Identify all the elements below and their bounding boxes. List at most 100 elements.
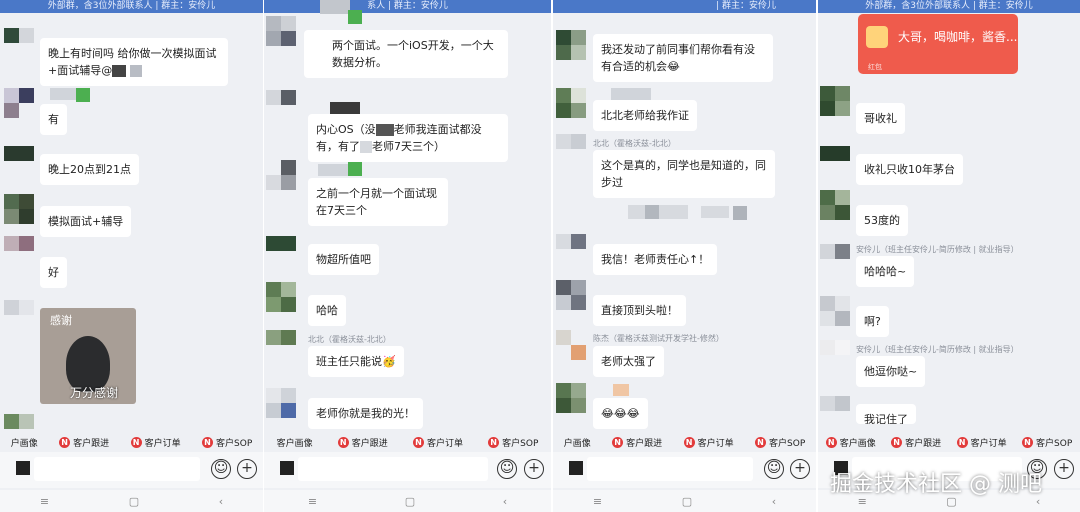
home-nav-icon[interactable]: ▢: [682, 495, 692, 508]
shortcut-customer-followup[interactable]: N 客户跟进: [337, 436, 388, 449]
shortcut-customer-profile[interactable]: 户画像: [564, 436, 591, 449]
avatar[interactable]: [266, 388, 296, 418]
menu-nav-icon[interactable]: ≡: [40, 495, 49, 508]
emoji-icon[interactable]: ☺: [497, 459, 517, 479]
back-nav-icon[interactable]: ‹: [503, 495, 507, 508]
voice-toggle-icon[interactable]: [16, 461, 30, 475]
menu-nav-icon[interactable]: ≡: [593, 495, 602, 508]
avatar[interactable]: [4, 28, 34, 58]
shortcut-customer-profile[interactable]: N 客户画像: [825, 436, 876, 449]
chat-bubble[interactable]: 好: [40, 257, 67, 288]
avatar[interactable]: [266, 90, 296, 120]
avatar[interactable]: [4, 414, 34, 432]
group-header[interactable]: 外部群，含3位外部联系人 | 群主：安伶儿: [0, 0, 263, 13]
chat-bubble[interactable]: 班主任只能说🥳: [308, 346, 404, 377]
avatar[interactable]: [820, 146, 850, 176]
chat-bubble[interactable]: 晚上20点到21点: [40, 154, 139, 185]
menu-nav-icon[interactable]: ≡: [308, 495, 317, 508]
chat-bubble[interactable]: 北北老师给我作证: [593, 100, 697, 131]
chat-bubble[interactable]: 收礼只收10年茅台: [856, 154, 963, 185]
redacted-block: [360, 141, 372, 153]
group-header[interactable]: 系人 | 群主：安伶儿: [264, 0, 551, 13]
avatar[interactable]: [556, 134, 586, 164]
shortcut-customer-orders[interactable]: N 客户订单: [956, 436, 1007, 449]
avatar[interactable]: [266, 282, 296, 312]
chat-bubble[interactable]: 模拟面试+辅导: [40, 206, 132, 237]
chat-bubble[interactable]: 直接顶到头啦！: [593, 295, 686, 326]
chat-bubble[interactable]: 😂😂😂: [593, 398, 648, 429]
chat-bubble[interactable]: 物超所值吧: [308, 244, 379, 275]
shortcut-customer-followup[interactable]: N 客户跟进: [891, 436, 941, 449]
shortcut-customer-sop[interactable]: N 客户SOP: [1022, 436, 1072, 449]
emoji-icon[interactable]: ☺: [211, 459, 231, 479]
shortcut-customer-sop[interactable]: N 客户SOP: [202, 436, 252, 449]
shortcut-customer-orders[interactable]: N 客户订单: [130, 436, 181, 449]
voice-toggle-icon[interactable]: [569, 461, 583, 475]
avatar[interactable]: [266, 16, 296, 46]
shortcut-customer-profile[interactable]: 客户画像: [277, 436, 313, 449]
shortcut-customer-orders[interactable]: N 客户订单: [683, 436, 734, 449]
emoji-icon[interactable]: ☺: [764, 459, 784, 479]
avatar[interactable]: [556, 280, 586, 310]
back-nav-icon[interactable]: ‹: [772, 495, 776, 508]
avatar[interactable]: [4, 146, 34, 176]
chat-bubble[interactable]: 哈哈哈~: [856, 256, 915, 287]
plus-icon[interactable]: +: [1054, 459, 1074, 479]
avatar[interactable]: [266, 330, 296, 360]
message-input[interactable]: [587, 457, 753, 481]
home-nav-icon[interactable]: ▢: [129, 495, 139, 508]
avatar[interactable]: [556, 234, 586, 264]
plus-icon[interactable]: +: [790, 459, 810, 479]
avatar[interactable]: [556, 30, 586, 60]
shortcut-customer-orders[interactable]: N 客户订单: [412, 436, 463, 449]
chat-bubble[interactable]: 我记住了: [856, 404, 916, 424]
plus-icon[interactable]: +: [524, 459, 544, 479]
avatar[interactable]: [4, 194, 34, 224]
chat-bubble[interactable]: 之前一个月就一个面试现在7天三个: [308, 178, 448, 226]
shortcut-customer-followup[interactable]: N 客户跟进: [612, 436, 662, 449]
chat-bubble[interactable]: 两个面试。一个iOS开发，一个大数据分析。: [304, 30, 508, 78]
avatar[interactable]: [820, 244, 850, 274]
chat-bubble[interactable]: 这个是真的，同学也是知道的，同步过: [593, 150, 775, 198]
avatar[interactable]: [556, 88, 586, 118]
avatar[interactable]: [820, 396, 850, 426]
redacted-sender: [348, 162, 362, 176]
back-nav-icon[interactable]: ‹: [219, 495, 223, 508]
chat-bubble[interactable]: 有: [40, 104, 67, 135]
plus-icon[interactable]: +: [237, 459, 257, 479]
message-input[interactable]: [34, 457, 200, 481]
chat-bubble[interactable]: 我还发动了前同事们帮你看有没有合适的机会😂: [593, 34, 773, 82]
avatar[interactable]: [4, 236, 34, 266]
chat-bubble[interactable]: 我信！老师责任心↑！: [593, 244, 718, 275]
avatar[interactable]: [820, 296, 850, 326]
voice-toggle-icon[interactable]: [280, 461, 294, 475]
avatar[interactable]: [820, 340, 850, 370]
message-input[interactable]: [298, 457, 488, 481]
avatar[interactable]: [556, 383, 586, 413]
avatar[interactable]: [820, 86, 850, 116]
avatar[interactable]: [4, 88, 34, 118]
group-header[interactable]: 外部群，含3位外部联系人 | 群主：安伶儿: [818, 0, 1080, 13]
chat-bubble[interactable]: 哥收礼: [856, 103, 905, 134]
chat-bubble[interactable]: 老师太强了: [593, 346, 664, 377]
avatar[interactable]: [556, 330, 586, 360]
home-nav-icon[interactable]: ▢: [405, 495, 415, 508]
avatar[interactable]: [4, 300, 34, 330]
shortcut-customer-profile[interactable]: 户画像: [11, 436, 38, 449]
group-header[interactable]: | 群主：安伶儿: [553, 0, 816, 13]
chat-bubble[interactable]: 内心OS（没 老师我连面试都没有，有了 老师7天三个）: [308, 114, 508, 162]
shortcut-customer-followup[interactable]: N 客户跟进: [59, 436, 109, 449]
chat-bubble[interactable]: 啊?: [856, 306, 889, 337]
avatar[interactable]: [820, 190, 850, 220]
red-packet-card[interactable]: 大哥，喝咖啡，酱香... 红包: [858, 14, 1018, 74]
avatar[interactable]: [266, 236, 296, 266]
chat-bubble[interactable]: 他逗你哒~: [856, 356, 926, 387]
chat-bubble[interactable]: 老师你就是我的光！: [308, 398, 423, 429]
chat-bubble[interactable]: 哈哈: [308, 295, 346, 326]
shortcut-customer-sop[interactable]: N 客户SOP: [488, 436, 538, 449]
sticker-image[interactable]: 感谢 万分感谢: [40, 308, 136, 404]
chat-bubble[interactable]: 晚上有时间吗 给你做一次模拟面试+面试辅导@: [40, 38, 228, 86]
chat-bubble[interactable]: 53度的: [856, 205, 908, 236]
avatar[interactable]: [266, 160, 296, 190]
shortcut-customer-sop[interactable]: N 客户SOP: [755, 436, 805, 449]
